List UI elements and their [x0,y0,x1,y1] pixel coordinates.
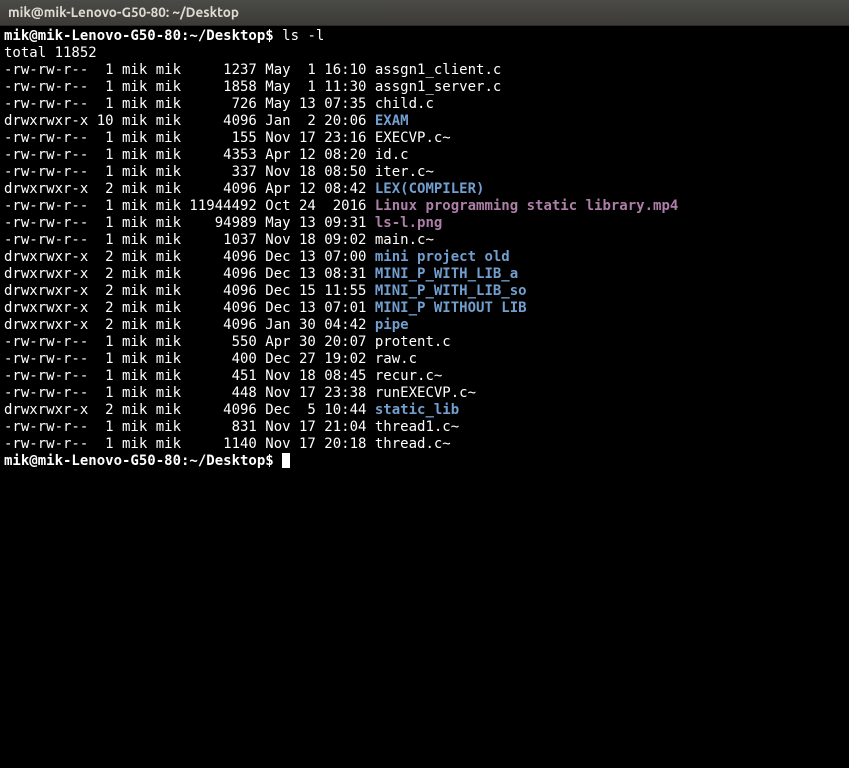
terminal-line: -rw-rw-r-- 1 mik mik 1037 Nov 18 09:02 m… [4,232,845,249]
terminal-line: drwxrwxr-x 2 mik mik 4096 Dec 13 07:01 M… [4,300,845,317]
file-name: LEX(COMPILER) [375,181,485,197]
file-name: child.c [375,96,434,112]
terminal-line: -rw-rw-r-- 1 mik mik 1237 May 1 16:10 as… [4,62,845,79]
file-meta: -rw-rw-r-- 1 mik mik 448 Nov 17 23:38 [4,385,375,401]
terminal-line: -rw-rw-r-- 1 mik mik 831 Nov 17 21:04 th… [4,419,845,436]
terminal-line: drwxrwxr-x 10 mik mik 4096 Jan 2 20:06 E… [4,113,845,130]
terminal-line: -rw-rw-r-- 1 mik mik 448 Nov 17 23:38 ru… [4,385,845,402]
terminal-line: -rw-rw-r-- 1 mik mik 4353 Apr 12 08:20 i… [4,147,845,164]
file-name: iter.c~ [375,164,434,180]
file-meta: -rw-rw-r-- 1 mik mik 1140 Nov 17 20:18 [4,436,375,452]
prompt: mik@mik-Lenovo-G50-80:~/Desktop$ [4,453,274,469]
file-meta: drwxrwxr-x 2 mik mik 4096 Dec 13 07:00 [4,249,375,265]
file-name: Linux programming static library.mp4 [375,198,678,214]
file-meta: -rw-rw-r-- 1 mik mik 1858 May 1 11:30 [4,79,375,95]
file-meta: drwxrwxr-x 10 mik mik 4096 Jan 2 20:06 [4,113,375,129]
file-meta: -rw-rw-r-- 1 mik mik 4353 Apr 12 08:20 [4,147,375,163]
file-meta: -rw-rw-r-- 1 mik mik 11944492 Oct 24 201… [4,198,375,214]
file-name: thread.c~ [375,436,451,452]
terminal-line: -rw-rw-r-- 1 mik mik 155 Nov 17 23:16 EX… [4,130,845,147]
terminal-line: drwxrwxr-x 2 mik mik 4096 Jan 30 04:42 p… [4,317,845,334]
terminal-line: mik@mik-Lenovo-G50-80:~/Desktop$ ls -l [4,28,845,45]
cursor [282,453,290,468]
file-meta: -rw-rw-r-- 1 mik mik 1037 Nov 18 09:02 [4,232,375,248]
file-name: raw.c [375,351,417,367]
terminal-line: drwxrwxr-x 2 mik mik 4096 Dec 13 08:31 M… [4,266,845,283]
file-name: recur.c~ [375,368,442,384]
window-titlebar[interactable]: mik@mik-Lenovo-G50-80: ~/Desktop [0,0,849,26]
terminal-line: -rw-rw-r-- 1 mik mik 550 Apr 30 20:07 pr… [4,334,845,351]
file-meta: -rw-rw-r-- 1 mik mik 337 Nov 18 08:50 [4,164,375,180]
file-meta: -rw-rw-r-- 1 mik mik 400 Dec 27 19:02 [4,351,375,367]
terminal-line: -rw-rw-r-- 1 mik mik 451 Nov 18 08:45 re… [4,368,845,385]
terminal-line: total 11852 [4,45,845,62]
file-meta: -rw-rw-r-- 1 mik mik 831 Nov 17 21:04 [4,419,375,435]
file-meta: -rw-rw-r-- 1 mik mik 94989 May 13 09:31 [4,215,375,231]
file-meta: -rw-rw-r-- 1 mik mik 1237 May 1 16:10 [4,62,375,78]
file-name: ls-l.png [375,215,442,231]
terminal-line: drwxrwxr-x 2 mik mik 4096 Dec 13 07:00 m… [4,249,845,266]
file-meta: drwxrwxr-x 2 mik mik 4096 Jan 30 04:42 [4,317,375,333]
window-title: mik@mik-Lenovo-G50-80: ~/Desktop [8,4,239,21]
file-meta: -rw-rw-r-- 1 mik mik 726 May 13 07:35 [4,96,375,112]
terminal-line: -rw-rw-r-- 1 mik mik 94989 May 13 09:31 … [4,215,845,232]
file-name: MINI_P_WITH_LIB_a [375,266,518,282]
file-meta: drwxrwxr-x 2 mik mik 4096 Dec 13 08:31 [4,266,375,282]
terminal-line: drwxrwxr-x 2 mik mik 4096 Dec 15 11:55 M… [4,283,845,300]
terminal-line: -rw-rw-r-- 1 mik mik 400 Dec 27 19:02 ra… [4,351,845,368]
file-name: runEXECVP.c~ [375,385,476,401]
total-line: total 11852 [4,45,97,61]
file-name: assgn1_server.c [375,79,501,95]
file-meta: drwxrwxr-x 2 mik mik 4096 Dec 13 07:01 [4,300,375,316]
file-meta: -rw-rw-r-- 1 mik mik 155 Nov 17 23:16 [4,130,375,146]
terminal-line: drwxrwxr-x 2 mik mik 4096 Apr 12 08:42 L… [4,181,845,198]
terminal-line: mik@mik-Lenovo-G50-80:~/Desktop$ [4,453,845,470]
file-name: EXECVP.c~ [375,130,451,146]
terminal-line: -rw-rw-r-- 1 mik mik 726 May 13 07:35 ch… [4,96,845,113]
file-name: id.c [375,147,409,163]
terminal-line: -rw-rw-r-- 1 mik mik 1140 Nov 17 20:18 t… [4,436,845,453]
file-meta: -rw-rw-r-- 1 mik mik 550 Apr 30 20:07 [4,334,375,350]
file-meta: drwxrwxr-x 2 mik mik 4096 Dec 15 11:55 [4,283,375,299]
prompt: mik@mik-Lenovo-G50-80:~/Desktop$ [4,28,274,44]
file-meta: drwxrwxr-x 2 mik mik 4096 Dec 5 10:44 [4,402,375,418]
file-meta: drwxrwxr-x 2 mik mik 4096 Apr 12 08:42 [4,181,375,197]
file-name: MINI_P WITHOUT LIB [375,300,527,316]
terminal-line: drwxrwxr-x 2 mik mik 4096 Dec 5 10:44 st… [4,402,845,419]
file-meta: -rw-rw-r-- 1 mik mik 451 Nov 18 08:45 [4,368,375,384]
file-name: pipe [375,317,409,333]
command: ls -l [282,28,324,44]
file-name: protent.c [375,334,451,350]
terminal-line: -rw-rw-r-- 1 mik mik 337 Nov 18 08:50 it… [4,164,845,181]
file-name: assgn1_client.c [375,62,501,78]
file-name: static_lib [375,402,459,418]
terminal-line: -rw-rw-r-- 1 mik mik 1858 May 1 11:30 as… [4,79,845,96]
file-name: EXAM [375,113,409,129]
file-name: thread1.c~ [375,419,459,435]
file-name: main.c~ [375,232,434,248]
file-name: mini project old [375,249,510,265]
file-name: MINI_P_WITH_LIB_so [375,283,527,299]
terminal-area[interactable]: mik@mik-Lenovo-G50-80:~/Desktop$ ls -lto… [0,26,849,474]
terminal-line: -rw-rw-r-- 1 mik mik 11944492 Oct 24 201… [4,198,845,215]
